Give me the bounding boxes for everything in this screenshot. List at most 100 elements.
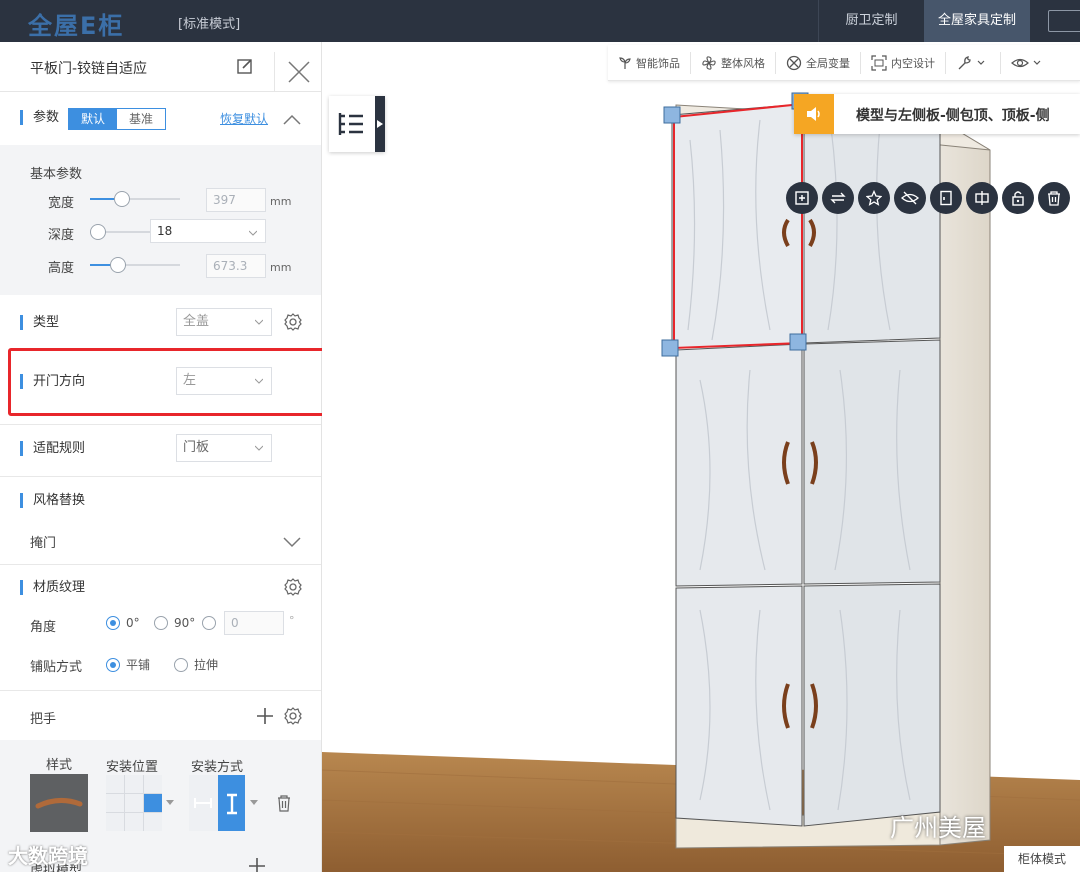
trash-icon — [1048, 191, 1060, 206]
top-right-button[interactable] — [1048, 10, 1080, 32]
width-input[interactable]: 397 — [206, 188, 266, 212]
trash-icon[interactable] — [276, 794, 292, 812]
params-segment: 默认 基准 — [68, 108, 166, 130]
chevron-down-icon[interactable] — [282, 535, 302, 549]
degree-unit: ° — [289, 614, 295, 627]
tab-whole-house[interactable]: 全屋家具定制 — [924, 0, 1030, 42]
cabinet-mode-button[interactable]: 柜体模式 — [1004, 846, 1080, 872]
eye-icon — [1011, 58, 1041, 67]
plant-icon — [619, 56, 631, 69]
add-copy-button[interactable] — [786, 182, 818, 214]
fit-rule-label: 适配规则 — [20, 441, 85, 456]
divider — [0, 424, 321, 425]
handle-image — [35, 798, 83, 809]
type-value: 全盖 — [183, 314, 210, 329]
chevron-down-icon — [249, 230, 257, 236]
global-vars-button[interactable]: 全局变量 — [776, 51, 861, 74]
restore-default-link[interactable]: 恢复默认 — [220, 110, 268, 127]
smart-decor-button[interactable]: 智能饰品 — [608, 51, 691, 74]
handle-position-label: 安装位置 — [106, 760, 159, 775]
overall-style-button[interactable]: 整体风格 — [691, 51, 776, 74]
tile-stretch-radio[interactable]: 拉伸 — [174, 656, 218, 673]
width-slider[interactable] — [90, 191, 180, 207]
tools-dropdown[interactable] — [946, 51, 1001, 74]
highlight-box — [8, 348, 326, 416]
tile-stretch-text: 拉伸 — [194, 658, 219, 672]
handle-style-label: 样式 — [46, 758, 73, 773]
height-slider[interactable] — [90, 257, 180, 273]
close-button[interactable] — [274, 52, 321, 92]
hide-button[interactable] — [894, 182, 926, 214]
3d-viewport[interactable] — [322, 42, 1080, 872]
depth-label: 深度 — [48, 228, 75, 243]
delete-button[interactable] — [1038, 182, 1070, 214]
tab-kitchen-bath[interactable]: 厨卫定制 — [818, 0, 924, 42]
add-icon[interactable] — [256, 707, 274, 725]
center-button[interactable] — [966, 182, 998, 214]
handle-mount-selector[interactable] — [189, 775, 245, 831]
type-select[interactable]: 全盖 — [176, 308, 272, 336]
swap-icon — [830, 192, 846, 204]
chevron-up-icon[interactable] — [282, 112, 302, 126]
watermark-left: 大数跨境 — [8, 844, 88, 868]
door-button[interactable] — [930, 182, 962, 214]
close-icon — [288, 61, 310, 83]
style-replace-item[interactable]: 掩门 — [30, 532, 56, 551]
width-label: 宽度 — [48, 196, 75, 211]
unlock-icon — [1012, 191, 1024, 206]
chevron-down-icon — [255, 319, 263, 325]
cabinet-side-panel[interactable] — [939, 119, 991, 846]
app-logo: 全屋E柜 — [28, 12, 125, 40]
divider — [0, 564, 321, 565]
depth-slider[interactable] — [90, 224, 150, 240]
angle-0-radio[interactable]: 0° — [106, 616, 140, 630]
material-label: 材质纹理 — [20, 580, 85, 595]
params-label: 参数 — [20, 110, 59, 125]
door-icon — [940, 190, 952, 206]
width-unit: mm — [270, 195, 292, 208]
depth-select[interactable]: 18 — [150, 219, 266, 243]
frame-icon — [871, 54, 887, 71]
lock-button[interactable] — [1002, 182, 1034, 214]
collision-notice: 模型与左侧板-侧包顶、顶板-侧 — [794, 94, 1080, 134]
tile-flat-radio[interactable]: 平铺 — [106, 656, 150, 673]
basic-params-label: 基本参数 — [30, 167, 83, 182]
gear-icon[interactable] — [283, 706, 303, 726]
angle-custom-input[interactable]: 0 — [224, 611, 284, 635]
caret-down-icon[interactable] — [250, 798, 258, 806]
watermark-right: 广州美屋 — [890, 814, 986, 842]
edit-icon[interactable] — [236, 57, 254, 75]
gear-icon[interactable] — [283, 312, 303, 332]
fan-icon — [702, 55, 716, 70]
view-dropdown[interactable] — [1001, 52, 1057, 74]
caret-down-icon[interactable] — [166, 798, 174, 806]
seg-base[interactable]: 基准 — [117, 109, 165, 129]
handle-thumbnail[interactable] — [30, 774, 88, 832]
fit-rule-select[interactable]: 门板 — [176, 434, 272, 462]
height-label: 高度 — [48, 261, 75, 276]
seg-default[interactable]: 默认 — [69, 109, 117, 129]
mode-label[interactable]: [标准模式] — [178, 13, 240, 32]
angle-custom-radio[interactable] — [202, 616, 222, 630]
add-icon[interactable] — [248, 857, 266, 872]
expand-bar[interactable] — [375, 96, 385, 152]
divider — [0, 476, 321, 477]
tile-flat-text: 平铺 — [126, 658, 151, 672]
height-input[interactable]: 673.3 — [206, 254, 266, 278]
favorite-button[interactable] — [858, 182, 890, 214]
tree-list-icon — [338, 113, 363, 135]
tree-toggle-button[interactable] — [329, 96, 385, 152]
interior-design-label: 内空设计 — [891, 56, 935, 70]
interior-design-button[interactable]: 内空设计 — [861, 51, 946, 74]
vertical-mount-option[interactable] — [218, 775, 245, 831]
swap-button[interactable] — [822, 182, 854, 214]
property-panel: 平板门-铰链自适应 参数 默认 基准 恢复默认 基本参数 宽度 397 mm 深… — [0, 42, 322, 872]
handle-position-grid[interactable] — [106, 775, 162, 831]
fit-rule-value: 门板 — [183, 440, 210, 455]
overall-style-label: 整体风格 — [721, 56, 765, 70]
gear-icon[interactable] — [283, 577, 303, 597]
notice-text: 模型与左侧板-侧包顶、顶板-侧 — [856, 108, 1050, 124]
global-vars-label: 全局变量 — [806, 56, 850, 70]
handle-label: 把手 — [30, 712, 57, 727]
angle-90-radio[interactable]: 90° — [154, 616, 195, 630]
